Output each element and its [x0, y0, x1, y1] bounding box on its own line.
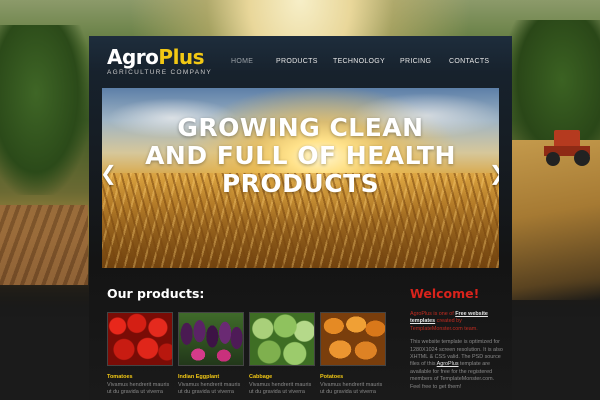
welcome-title: Welcome!	[410, 286, 480, 301]
hero-slider: GROWING CLEAN AND FULL OF HEALTH PRODUCT…	[102, 88, 499, 268]
welcome-paragraph: This website template is optimized for 1…	[410, 339, 506, 391]
slider-prev-arrow-icon[interactable]: ❮	[102, 162, 117, 184]
hero-title-line: PRODUCTS	[221, 169, 380, 198]
product-image-cabbage[interactable]	[249, 312, 315, 366]
product-image-eggplant[interactable]	[178, 312, 244, 366]
nav-pricing[interactable]: PRICING	[400, 58, 431, 65]
logo-plus: Plus	[158, 45, 205, 69]
hero-title: GROWING CLEAN AND FULL OF HEALTH PRODUCT…	[102, 114, 499, 198]
welcome-text: AgroPlus is one of	[410, 311, 456, 317]
hero-title-line: AND FULL OF HEALTH	[145, 141, 456, 170]
product-item-cabbage[interactable]: Cabbage Vivamus hendrerit mauris ut du g…	[249, 312, 315, 396]
product-desc-line: ut du gravida ut viverra	[249, 389, 305, 395]
product-desc-line: ut du gravida ut viverra	[320, 389, 376, 395]
logo-agro: Agro	[107, 45, 159, 69]
slider-next-arrow-icon[interactable]: ❯	[489, 162, 499, 184]
product-name[interactable]: Tomatoes	[107, 374, 173, 380]
products-list: Tomatoes Vivamus hendrerit mauris ut du …	[107, 312, 386, 400]
background-trees-left	[0, 25, 90, 195]
product-desc-line: ut du gravida ut viverra	[178, 389, 234, 395]
product-desc-line: Vivamus hendrerit mauris	[107, 382, 170, 388]
background-harvester	[0, 205, 88, 285]
product-desc-line: Vivamus hendrerit mauris	[249, 382, 312, 388]
product-desc-line: Vivamus hendrerit mauris	[178, 382, 241, 388]
agroplus-link[interactable]: AgroPlus	[437, 361, 459, 367]
product-image-tomatoes[interactable]	[107, 312, 173, 366]
product-name[interactable]: Cabbage	[249, 374, 315, 380]
welcome-section: Welcome! AgroPlus is one of Free website…	[410, 286, 506, 391]
product-item-tomatoes[interactable]: Tomatoes Vivamus hendrerit mauris ut du …	[107, 312, 173, 396]
nav-technology[interactable]: TECHNOLOGY	[333, 58, 385, 65]
product-desc: Vivamus hendrerit mauris ut du gravida u…	[320, 382, 386, 396]
product-name[interactable]: Indian Eggplant	[178, 374, 244, 380]
product-desc-line: Vivamus hendrerit mauris	[320, 382, 383, 388]
product-name[interactable]: Potatoes	[320, 374, 386, 380]
product-desc: Vivamus hendrerit mauris ut du gravida u…	[178, 382, 244, 396]
nav-contacts[interactable]: CONTACTS	[449, 58, 489, 65]
site-container: AgroPlus AGRICULTURE COMPANY HOME PRODUC…	[89, 36, 512, 400]
product-desc: Vivamus hendrerit mauris ut du gravida u…	[107, 382, 173, 396]
background-tractor	[544, 128, 592, 166]
product-desc: Vivamus hendrerit mauris ut du gravida u…	[249, 382, 315, 396]
products-heading: Our products:	[107, 286, 205, 301]
welcome-paragraph: AgroPlus is one of Free website template…	[410, 311, 506, 333]
product-desc-line: ut du gravida ut viverra	[107, 389, 163, 395]
nav-products[interactable]: PRODUCTS	[276, 58, 318, 65]
product-image-potatoes[interactable]	[320, 312, 386, 366]
logo-wordmark: AgroPlus	[107, 46, 212, 68]
logo-tagline: AGRICULTURE COMPANY	[107, 69, 212, 76]
product-item-eggplant[interactable]: Indian Eggplant Vivamus hendrerit mauris…	[178, 312, 244, 396]
nav-home[interactable]: HOME	[231, 58, 253, 65]
product-item-potatoes[interactable]: Potatoes Vivamus hendrerit mauris ut du …	[320, 312, 386, 396]
header: AgroPlus AGRICULTURE COMPANY HOME PRODUC…	[89, 36, 512, 88]
hero-title-line: GROWING CLEAN	[177, 113, 424, 142]
logo[interactable]: AgroPlus AGRICULTURE COMPANY	[107, 46, 212, 76]
